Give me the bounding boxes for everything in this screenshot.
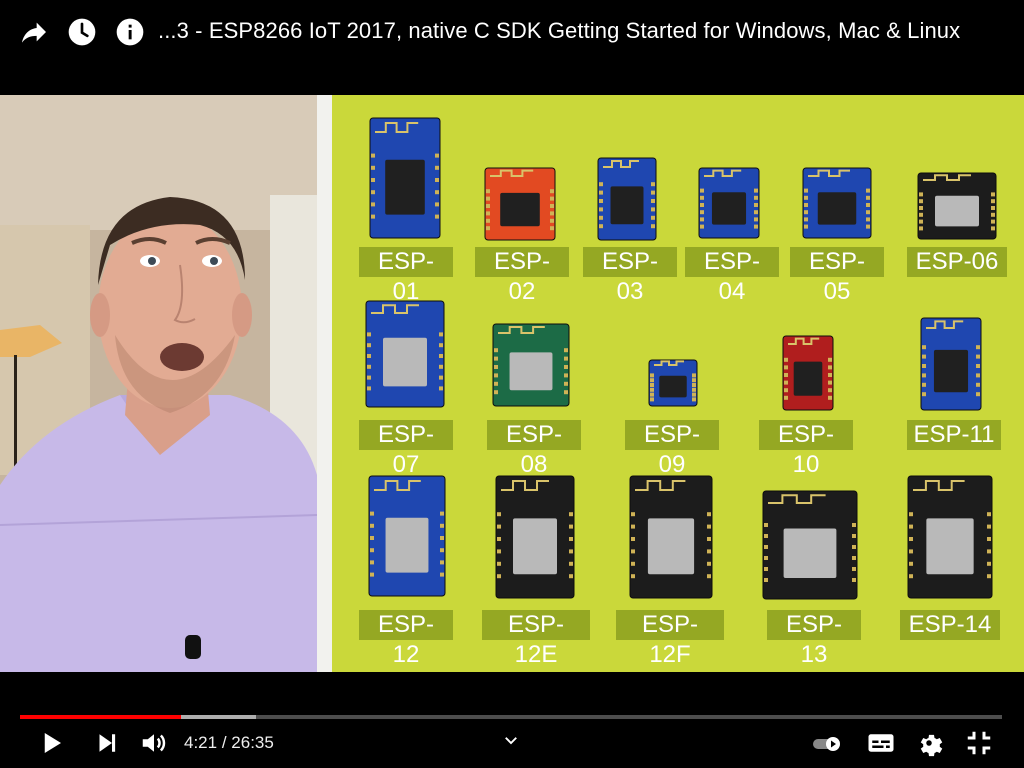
module-board-esp-10 bbox=[782, 335, 834, 411]
module-board-esp-08 bbox=[492, 323, 570, 407]
module-label-esp-03: ESP-03 bbox=[583, 247, 677, 305]
module-board-esp-12e bbox=[495, 475, 575, 599]
played-bar bbox=[20, 715, 181, 719]
module-board-esp-13 bbox=[762, 490, 858, 600]
volume-icon[interactable] bbox=[139, 728, 169, 758]
module-label-esp-04: ESP-04 bbox=[685, 247, 779, 305]
module-board-esp-05 bbox=[802, 167, 872, 239]
chevron-down-icon[interactable] bbox=[502, 731, 520, 749]
module-board-esp-12 bbox=[368, 475, 446, 597]
module-label-esp-07: ESP-07 bbox=[359, 420, 453, 478]
module-label-esp-05: ESP-05 bbox=[790, 247, 884, 305]
module-label-esp-02: ESP-02 bbox=[475, 247, 569, 305]
module-label-esp-12f: ESP-12F bbox=[616, 610, 724, 668]
module-label-esp-14: ESP-14 bbox=[900, 610, 1000, 640]
subtitles-icon[interactable] bbox=[866, 728, 896, 758]
module-label-esp-12e: ESP-12E bbox=[482, 610, 590, 668]
time-separator: / bbox=[221, 733, 227, 752]
esp-module-chart: ESP-01 ESP-02 ESP-03 ESP-04 ESP-05 ESP-06 ESP-… bbox=[332, 95, 1024, 672]
top-bar: ...3 - ESP8266 IoT 2017, native C SDK Ge… bbox=[0, 0, 1024, 64]
module-board-esp-03 bbox=[597, 157, 657, 241]
module-board-esp-02 bbox=[484, 167, 556, 241]
progress-bar[interactable] bbox=[20, 715, 1002, 719]
duration: 26:35 bbox=[231, 733, 274, 752]
module-board-esp-06 bbox=[917, 172, 997, 240]
module-label-esp-10: ESP-10 bbox=[759, 420, 853, 478]
presenter-image bbox=[0, 95, 317, 672]
time-display: 4:21 / 26:35 bbox=[184, 733, 274, 753]
info-icon[interactable] bbox=[114, 16, 146, 48]
share-icon[interactable] bbox=[18, 16, 50, 48]
module-label-esp-01: ESP-01 bbox=[359, 247, 453, 305]
module-board-esp-04 bbox=[698, 167, 760, 239]
module-board-esp-09 bbox=[648, 359, 698, 407]
module-label-esp-08: ESP-08 bbox=[487, 420, 581, 478]
fullscreen-exit-icon[interactable] bbox=[964, 728, 994, 758]
play-button[interactable] bbox=[36, 728, 66, 758]
settings-gear-icon[interactable] bbox=[914, 728, 944, 758]
autoplay-toggle[interactable] bbox=[812, 728, 842, 758]
next-button[interactable] bbox=[92, 728, 122, 758]
module-label-esp-11: ESP-11 bbox=[907, 420, 1001, 450]
module-board-esp-12f bbox=[629, 475, 713, 599]
module-board-esp-14 bbox=[907, 475, 993, 599]
module-label-esp-13: ESP-13 bbox=[767, 610, 861, 668]
watch-later-icon[interactable] bbox=[66, 16, 98, 48]
current-time: 4:21 bbox=[184, 733, 218, 752]
module-label-esp-12: ESP-12 bbox=[359, 610, 453, 668]
module-board-esp-07 bbox=[365, 300, 445, 408]
module-label-esp-06: ESP-06 bbox=[907, 247, 1007, 277]
module-board-esp-11 bbox=[920, 317, 982, 411]
video-frame[interactable]: ESP-01 ESP-02 ESP-03 ESP-04 ESP-05 ESP-06 ESP-… bbox=[0, 95, 1024, 672]
video-title[interactable]: ...3 - ESP8266 IoT 2017, native C SDK Ge… bbox=[158, 18, 960, 44]
slide-divider bbox=[317, 95, 332, 672]
module-label-esp-09: ESP-09 bbox=[625, 420, 719, 478]
module-board-esp-01 bbox=[369, 117, 441, 239]
